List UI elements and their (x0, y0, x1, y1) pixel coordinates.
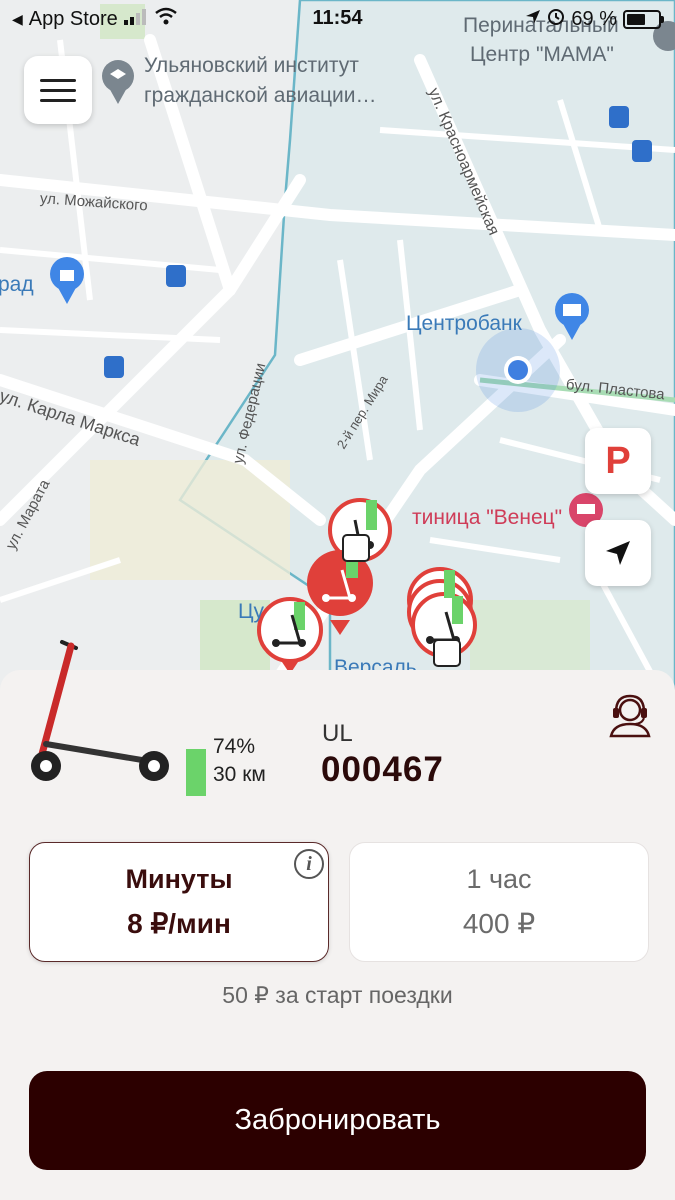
map-place-centrobank: Центробанк (406, 312, 522, 335)
support-agent-icon[interactable] (606, 692, 654, 738)
map-place-perinatal-line2: Центр "МАМА" (470, 43, 614, 66)
battery-percent: 69 % (571, 7, 617, 30)
map-place-institute-line1: Ульяновский институт (144, 54, 359, 77)
map-view[interactable]: Ульяновский институт гражданской авиации… (0, 0, 675, 690)
tariff-price: 400 ₽ (462, 908, 536, 939)
hamburger-menu-icon (40, 78, 76, 82)
menu-button[interactable] (24, 56, 92, 124)
map-place-hotel: тиница "Венец" (412, 506, 563, 529)
parking-icon: P (605, 439, 631, 482)
hamburger-line (40, 88, 76, 92)
location-arrow-icon (525, 8, 541, 31)
status-bar: ◀ App Store 11:54 69 % (0, 0, 675, 38)
map-place-grad: рад (0, 273, 34, 296)
parking-toggle-button[interactable]: P (585, 428, 651, 494)
scooter-range: 30 км (213, 763, 266, 786)
hamburger-line (40, 98, 76, 102)
navigation-arrow-icon (606, 541, 630, 565)
info-icon[interactable]: i (294, 849, 324, 879)
user-location-icon (476, 328, 560, 412)
map-place-institute-line2: гражданской авиации… (144, 84, 377, 107)
scooter-battery-percent: 74% (213, 735, 256, 758)
tariff-name: 1 час (466, 864, 532, 894)
scooter-image (31, 640, 169, 781)
scooter-code: 000467 (321, 750, 444, 789)
battery-icon (623, 9, 664, 29)
start-fee-text: 50 ₽ за старт поездки (222, 982, 453, 1008)
scooter-battery-bar (186, 749, 206, 796)
locate-me-button[interactable] (585, 520, 651, 586)
alarm-icon (547, 7, 565, 31)
tariff-price: 8 ₽/мин (127, 908, 231, 939)
scooter-code-prefix: UL (322, 720, 353, 747)
tariff-minutes[interactable]: i Минуты 8 ₽/мин (29, 842, 329, 962)
tariff-hour[interactable]: 1 час 400 ₽ (349, 842, 649, 962)
tariff-name: Минуты (125, 864, 233, 894)
map-place-tsu: Цу (238, 600, 265, 623)
book-button[interactable]: Забронировать (29, 1071, 646, 1170)
